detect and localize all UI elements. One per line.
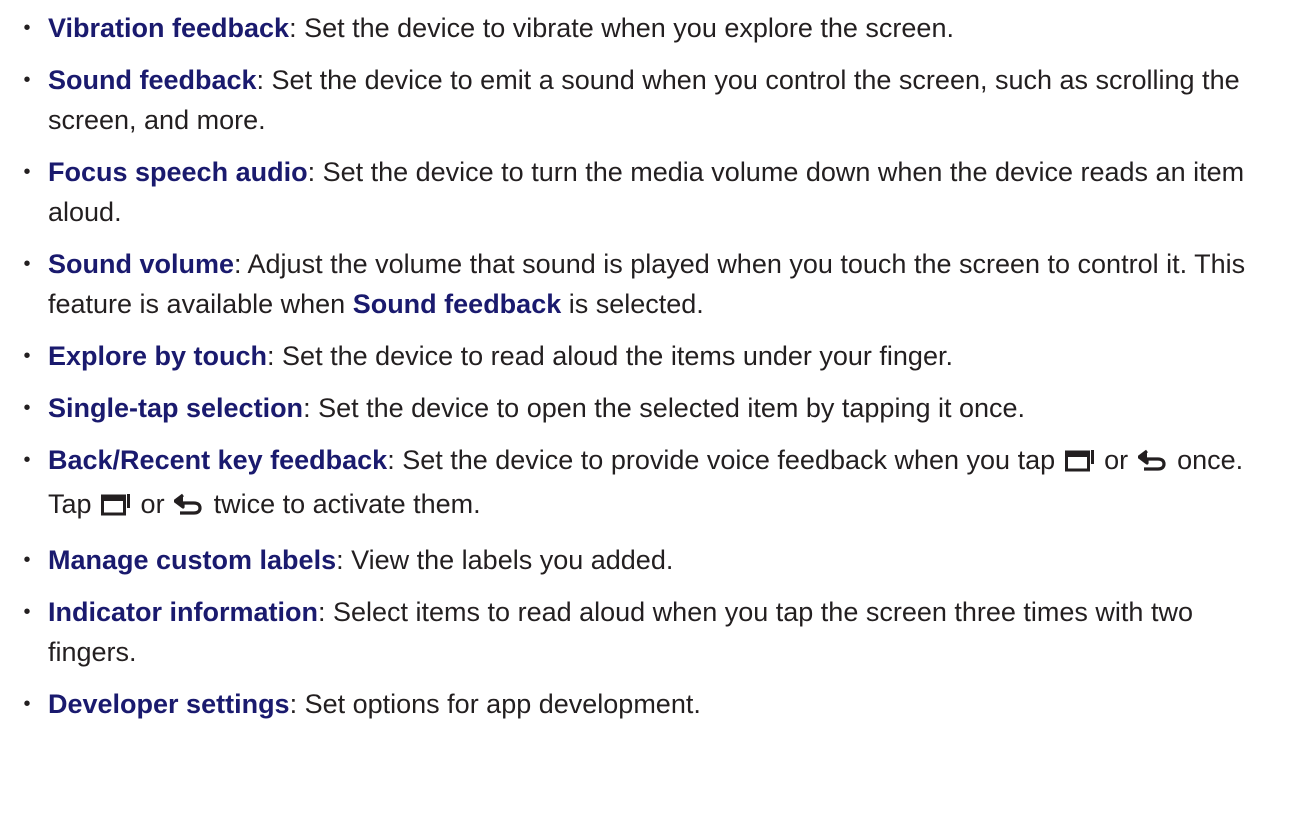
term-label: Sound volume (48, 249, 235, 279)
bullet: • (23, 161, 31, 183)
list-item-developer-settings: • Developer settings: Set options for ap… (18, 684, 1270, 724)
term-label: Single-tap selection (48, 393, 304, 423)
bullet: • (23, 449, 31, 471)
description: : Set the device to vibrate when you exp… (289, 13, 954, 43)
term-label: Explore by touch (48, 341, 268, 371)
description-part-5: twice to activate them. (206, 489, 481, 519)
term-label: Manage custom labels (48, 545, 337, 575)
bullet: • (23, 601, 31, 623)
list-item-indicator-information: • Indicator information: Select items to… (18, 592, 1270, 672)
description: : Set the device to open the selected it… (303, 393, 1026, 423)
list-item-explore-by-touch: • Explore by touch: Set the device to re… (18, 336, 1270, 376)
document-page: • Vibration feedback: Set the device to … (0, 0, 1300, 820)
description: : Set options for app development. (289, 689, 701, 719)
settings-list: • Vibration feedback: Set the device to … (18, 8, 1270, 724)
bullet: • (23, 345, 31, 367)
list-item-single-tap-selection: • Single-tap selection: Set the device t… (18, 388, 1270, 428)
description-part-1: : Set the device to provide voice feedba… (387, 445, 1063, 475)
bullet: • (23, 549, 31, 571)
list-item-sound-volume: • Sound volume: Adjust the volume that s… (18, 244, 1270, 324)
term-label-inline: Sound feedback (352, 289, 562, 319)
term-label: Indicator information (48, 597, 318, 627)
description: : Set the device to read aloud the items… (267, 341, 953, 371)
bullet: • (23, 69, 31, 91)
description: : View the labels you added. (336, 545, 674, 575)
list-item-sound-feedback: • Sound feedback: Set the device to emit… (18, 60, 1270, 140)
term-label: Sound feedback (48, 65, 257, 95)
term-label: Developer settings (48, 689, 290, 719)
list-item-focus-speech-audio: • Focus speech audio: Set the device to … (18, 152, 1270, 232)
list-item-vibration-feedback: • Vibration feedback: Set the device to … (18, 8, 1270, 48)
bullet: • (23, 397, 31, 419)
bullet: • (23, 17, 31, 39)
term-label: Back/Recent key feedback (48, 445, 388, 475)
list-item-manage-custom-labels: • Manage custom labels: View the labels … (18, 540, 1270, 580)
bullet: • (23, 253, 31, 275)
recent-apps-icon (101, 488, 131, 528)
term-label: Vibration feedback (48, 13, 290, 43)
description-end: is selected. (561, 289, 704, 319)
recent-apps-icon (1064, 444, 1095, 484)
list-item-back-recent-key-feedback: • Back/Recent key feedback: Set the devi… (18, 440, 1270, 528)
term-label: Focus speech audio (48, 157, 308, 187)
description-part-4: or (133, 489, 173, 519)
bullet: • (23, 693, 31, 715)
description-part-2: or (1096, 445, 1136, 475)
back-icon (173, 488, 204, 528)
back-icon (1137, 444, 1168, 484)
